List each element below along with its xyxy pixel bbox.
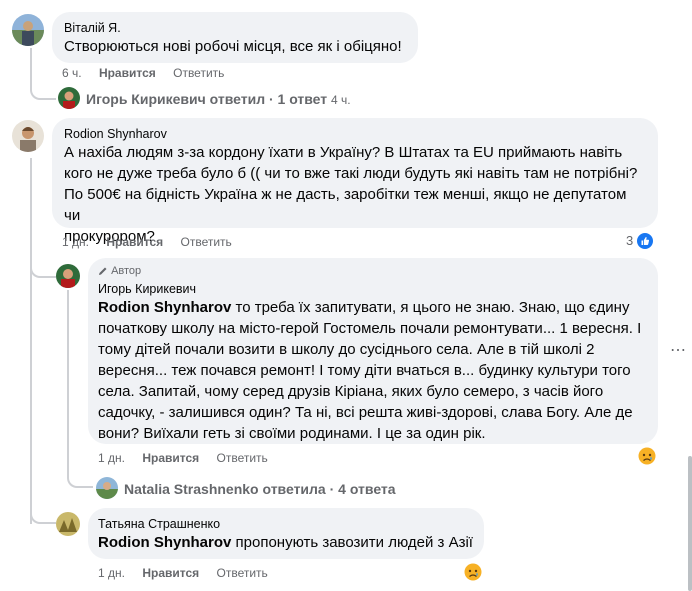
comment-actions: 1 дн. Нравится Ответить <box>62 235 246 249</box>
comment-text: А нахіба людям з-за кордону їхати в Укра… <box>64 142 646 247</box>
comment-line: тому дітей почали возити в школу до сусі… <box>98 341 595 358</box>
thread-connector <box>30 500 56 524</box>
like-button[interactable]: Нравится <box>106 235 163 249</box>
comment-line: то треба їх запитувати, я цього не знаю.… <box>231 299 630 316</box>
thread-line <box>30 158 32 524</box>
sad-reaction-icon[interactable] <box>638 447 656 470</box>
reply-button[interactable]: Ответить <box>217 566 268 580</box>
author-badge: Автор <box>98 264 141 278</box>
mention-link[interactable]: Rodion Shynharov <box>98 534 231 551</box>
thread-line <box>67 290 69 470</box>
comment-line: вони? Виїхали геть зі своїми родинами. І… <box>98 425 486 442</box>
reaction-count: 3 <box>626 233 634 248</box>
thread-connector <box>30 258 56 278</box>
avatar[interactable] <box>58 87 80 109</box>
comment-text: Створюються нові робочі місця, все як і … <box>64 38 402 55</box>
avatar[interactable] <box>96 477 118 499</box>
view-replies-link[interactable]: Natalia Strashnenko ответила · 4 ответа <box>124 480 396 498</box>
comment-time[interactable]: 1 дн. <box>98 566 125 580</box>
thread-connector <box>67 460 93 488</box>
comment-line: вересня... теж почався ремонт! І тому ді… <box>98 362 631 379</box>
like-button[interactable]: Нравится <box>99 66 156 80</box>
avatar[interactable] <box>12 120 44 152</box>
comment-line: села. Запитай, чому серед друзів Кіріана… <box>98 383 604 400</box>
reply-button[interactable]: Ответить <box>181 235 232 249</box>
comment-author[interactable]: Игорь Кирикевич <box>98 281 648 297</box>
like-button[interactable]: Нравится <box>142 451 199 465</box>
reply-button[interactable]: Ответить <box>173 66 224 80</box>
like-button[interactable]: Нравится <box>142 566 199 580</box>
comment-line: пропонують завозити людей з Азії <box>231 534 473 551</box>
comment-text: Rodion Shynharov то треба їх запитувати,… <box>98 297 648 444</box>
comment-text: Rodion Shynharov пропонують завозити люд… <box>98 532 474 553</box>
avatar[interactable] <box>12 14 44 46</box>
reply-button[interactable]: Ответить <box>217 451 268 465</box>
replies-summary[interactable]: Игорь Кирикевич ответил · 1 ответ <box>86 91 327 107</box>
sad-reaction-icon[interactable] <box>464 563 482 586</box>
comment-author[interactable]: Татьяна Страшненко <box>98 516 474 532</box>
author-badge-label: Автор <box>111 265 142 277</box>
comment-bubble: Віталій Я. Створюються нові робочі місця… <box>52 12 418 63</box>
more-options-icon[interactable]: ⋯ <box>670 340 687 360</box>
replies-summary[interactable]: Natalia Strashnenko ответила · 4 ответа <box>124 481 396 497</box>
scrollbar[interactable] <box>688 456 692 591</box>
comment-author[interactable]: Віталій Я. <box>64 20 406 36</box>
comment-bubble: Rodion Shynharov А нахіба людям з-за кор… <box>52 118 658 245</box>
reaction-summary[interactable]: 3 <box>626 232 653 250</box>
comment-author[interactable]: Rodion Shynharov <box>64 126 646 142</box>
mention-link[interactable]: Rodion Shynharov <box>98 299 231 316</box>
comment-line: А нахіба людям з-за кордону їхати в Укра… <box>64 144 623 161</box>
avatar[interactable] <box>56 512 80 536</box>
comment-bubble: Татьяна Страшненко Rodion Shynharov проп… <box>88 508 484 559</box>
comment-time[interactable]: 1 дн. <box>98 451 125 465</box>
comment-time[interactable]: 6 ч. <box>62 66 82 80</box>
comment-line: садочку, - залишився один? Та ні, всі ре… <box>98 404 633 421</box>
comment-actions: 6 ч. Нравится Ответить <box>62 66 238 80</box>
avatar[interactable] <box>56 264 80 288</box>
comment-line: початкову школу на місто-герой Гостомель… <box>98 320 642 337</box>
comment-bubble: Автор Игорь Кирикевич Rodion Shynharov т… <box>88 258 658 444</box>
comment-actions: 1 дн. Нравится Ответить <box>98 451 282 465</box>
thread-connector <box>30 48 56 100</box>
comment-actions: 1 дн. Нравится Ответить <box>98 566 282 580</box>
comment-line: кого не дуже треба було б (( чи то вже т… <box>64 165 638 182</box>
comment-line: По 500€ на бідність Україна ж не дасть, … <box>64 186 627 224</box>
replies-time: 4 ч. <box>331 93 351 107</box>
pencil-icon <box>98 266 108 276</box>
view-replies-link[interactable]: Игорь Кирикевич ответил · 1 ответ 4 ч. <box>86 90 351 109</box>
like-reaction-icon <box>636 232 653 249</box>
comment-time[interactable]: 1 дн. <box>62 235 89 249</box>
